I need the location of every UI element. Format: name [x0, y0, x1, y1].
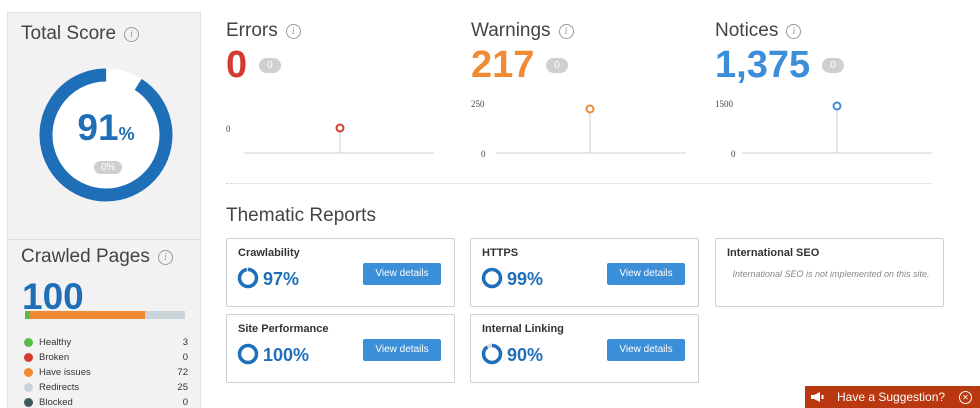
- legend-label: Redirects: [39, 382, 80, 393]
- notices-metric: Notices i 1,375 0: [715, 20, 935, 84]
- close-icon[interactable]: ✕: [959, 390, 972, 404]
- legend-dot-icon: [24, 383, 33, 392]
- legend-label: Have issues: [39, 367, 91, 378]
- panel-divider: [8, 239, 200, 240]
- score-unit: %: [118, 124, 135, 144]
- total-score-donut: 91% 0%: [36, 65, 176, 217]
- view-details-button[interactable]: View details: [363, 339, 441, 361]
- legend-value: 0: [182, 352, 188, 363]
- notices-title: Notices: [715, 20, 779, 41]
- card-title[interactable]: Internal Linking: [482, 323, 564, 335]
- notices-badge: 0: [822, 57, 844, 73]
- card-percentage: 90%: [507, 345, 544, 365]
- legend-item[interactable]: Healthy 3: [24, 335, 188, 350]
- megaphone-icon: [805, 386, 829, 408]
- legend-dot-icon: [24, 368, 33, 377]
- legend-item[interactable]: Have issues 72: [24, 365, 188, 380]
- errors-value[interactable]: 0: [226, 46, 247, 84]
- errors-zero-label: 0: [226, 124, 231, 134]
- suggestion-label: Have a Suggestion?: [837, 390, 946, 404]
- bar-segment-redirects: [144, 311, 185, 319]
- legend-label: Blocked: [39, 397, 73, 408]
- errors-title: Errors: [226, 20, 278, 41]
- total-score-heading: Total Score i: [21, 23, 140, 45]
- info-icon[interactable]: i: [124, 26, 140, 42]
- errors-metric: Errors i 0 0: [226, 20, 446, 84]
- legend-dot-icon: [24, 398, 33, 407]
- errors-sparkline: [244, 123, 434, 154]
- view-details-button[interactable]: View details: [363, 263, 441, 285]
- warnings-badge: 0: [546, 57, 568, 73]
- legend-item[interactable]: Redirects 25: [24, 380, 188, 395]
- total-score-title: Total Score: [21, 23, 117, 44]
- legend-value: 0: [182, 397, 188, 408]
- card-percentage: 99%: [507, 269, 544, 289]
- view-details-button[interactable]: View details: [607, 339, 685, 361]
- warnings-data-point[interactable]: [585, 104, 595, 114]
- crawled-pages-legend: Healthy 3 Broken 0 Have issues 72 Redirects 25 B…: [24, 335, 188, 408]
- legend-dot-icon: [24, 353, 33, 362]
- progress-ring-icon: [237, 343, 259, 365]
- thematic-reports-title: Thematic Reports: [226, 205, 376, 226]
- progress-ring-icon: [237, 267, 259, 289]
- card-note: International SEO is not implemented on …: [732, 269, 930, 279]
- summary-panel: Total Score i 91% 0% Crawled Pages i 100…: [7, 12, 201, 408]
- warnings-value[interactable]: 217: [471, 46, 534, 84]
- crawled-pages-heading: Crawled Pages i: [21, 246, 173, 268]
- score-change-badge: 0%: [94, 161, 123, 174]
- legend-label: Healthy: [39, 337, 72, 348]
- crawled-pages-title: Crawled Pages: [21, 246, 150, 267]
- warnings-title: Warnings: [471, 20, 551, 41]
- info-icon[interactable]: i: [157, 249, 173, 265]
- errors-data-point[interactable]: [335, 123, 345, 133]
- score-readout: 91%: [36, 107, 176, 149]
- warnings-metric: Warnings i 217 0: [471, 20, 691, 84]
- crawled-pages-bar: [25, 311, 185, 319]
- progress-ring-icon: [481, 343, 503, 365]
- suggestion-button[interactable]: Have a Suggestion? ✕: [805, 386, 980, 408]
- card-title[interactable]: International SEO: [727, 247, 819, 259]
- info-icon[interactable]: i: [786, 23, 802, 39]
- notices-max-label: 1500: [715, 99, 733, 109]
- section-divider: [226, 183, 932, 184]
- report-card-site-performance: Site Performance 100% View details: [226, 314, 455, 383]
- legend-value: 3: [182, 337, 188, 348]
- legend-value: 72: [177, 367, 188, 378]
- card-title[interactable]: HTTPS: [482, 247, 518, 259]
- report-card-internal-linking: Internal Linking 90% View details: [470, 314, 699, 383]
- legend-dot-icon: [24, 338, 33, 347]
- report-card-crawlability: Crawlability 97% View details: [226, 238, 455, 307]
- card-percentage: 97%: [263, 269, 300, 289]
- notices-zero-label: 0: [731, 149, 736, 159]
- card-percentage: 100%: [263, 345, 310, 365]
- report-card-https: HTTPS 99% View details: [470, 238, 699, 307]
- warnings-max-label: 250: [471, 99, 485, 109]
- notices-data-point[interactable]: [832, 101, 842, 111]
- legend-value: 25: [177, 382, 188, 393]
- report-card-international-seo: International SEO International SEO is n…: [715, 238, 944, 307]
- warnings-zero-label: 0: [481, 149, 486, 159]
- score-value: 91: [77, 107, 119, 148]
- errors-badge: 0: [259, 57, 281, 73]
- legend-item[interactable]: Broken 0: [24, 350, 188, 365]
- info-icon[interactable]: i: [285, 23, 301, 39]
- warnings-sparkline: [496, 104, 686, 154]
- info-icon[interactable]: i: [558, 23, 574, 39]
- legend-label: Broken: [39, 352, 70, 363]
- bar-segment-have-issues: [29, 311, 145, 319]
- view-details-button[interactable]: View details: [607, 263, 685, 285]
- notices-value[interactable]: 1,375: [715, 46, 810, 84]
- notices-sparkline: [742, 101, 932, 154]
- legend-item[interactable]: Blocked 0: [24, 395, 188, 408]
- card-title[interactable]: Crawlability: [238, 247, 300, 259]
- card-title[interactable]: Site Performance: [238, 323, 328, 335]
- progress-ring-icon: [481, 267, 503, 289]
